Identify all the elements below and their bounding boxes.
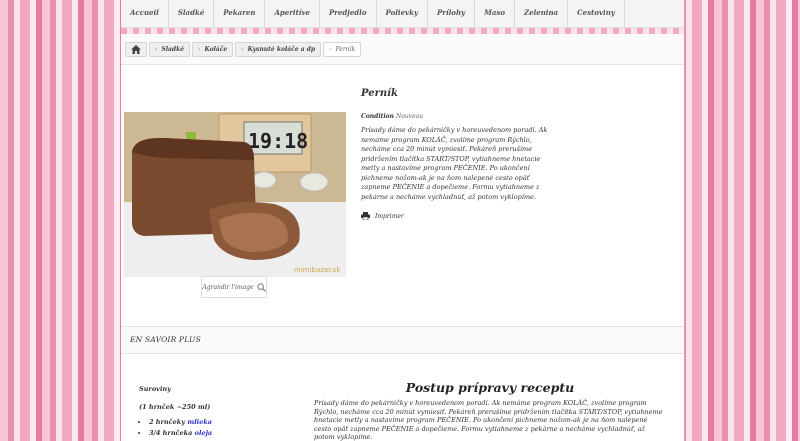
breadcrumb-label: Koláče bbox=[204, 45, 228, 53]
more-info-label: EN SAVOIR PLUS bbox=[130, 335, 201, 344]
nav-item-polievky[interactable]: Polievky bbox=[377, 0, 429, 27]
magnifier-icon bbox=[256, 282, 266, 292]
product-info: Perník Condition Nouveau Prísady dáme do… bbox=[361, 88, 551, 220]
print-label: Imprimer bbox=[375, 212, 404, 220]
print-button[interactable]: Imprimer bbox=[361, 212, 551, 220]
breadcrumb-label: Kysnuté koláče a dp bbox=[247, 45, 316, 53]
nav-item-maso[interactable]: Maso bbox=[475, 0, 516, 27]
home-icon bbox=[131, 44, 141, 54]
photo-clock-text: 19:18 bbox=[248, 129, 308, 153]
steps-text: Prísady dáme do pekárničky v horeuvedeno… bbox=[314, 399, 663, 441]
page-content: Accueil Sladké Pekaren Aperitíve Predjed… bbox=[121, 0, 684, 441]
list-item: 3/4 hrnčeka oleja bbox=[149, 429, 289, 437]
nav-item-accueil[interactable]: Accueil bbox=[121, 0, 169, 27]
breadcrumb-item-kolace[interactable]: › Koláče bbox=[192, 41, 234, 57]
printer-icon bbox=[361, 212, 370, 220]
steps-title: Postup prípravy receptu bbox=[405, 380, 575, 395]
product-title: Perník bbox=[361, 88, 398, 99]
nav-item-predjedlo[interactable]: Predjedlo bbox=[320, 0, 377, 27]
nav-item-aperitive[interactable]: Aperitíve bbox=[265, 0, 320, 27]
breadcrumb-separator-icon: › bbox=[155, 45, 158, 53]
nav-item-zelenina[interactable]: Zelenina bbox=[515, 0, 569, 27]
ingredients-block: Suroviny (1 hrnček ~250 ml) 2 hrnčeky ml… bbox=[139, 385, 289, 440]
breadcrumb-label: Perník bbox=[335, 45, 356, 53]
product-description: Prísady dáme do pekárničky v horeuvedeno… bbox=[361, 126, 548, 201]
product-condition: Condition Nouveau bbox=[361, 113, 551, 120]
condition-label: Condition bbox=[361, 113, 395, 120]
product-section: 19:18 mimibazar.sk Agrandir l'image Pern… bbox=[121, 65, 684, 328]
breadcrumb-separator-icon: › bbox=[329, 45, 332, 53]
ingredients-note: (1 hrnček ~250 ml) bbox=[139, 403, 211, 411]
steps-block: Postup prípravy receptu Prísady dáme do … bbox=[314, 380, 666, 441]
recipe-section: Suroviny (1 hrnček ~250 ml) 2 hrnčeky ml… bbox=[121, 352, 684, 441]
breadcrumb-current: › Perník bbox=[323, 41, 362, 57]
breadcrumb-home[interactable] bbox=[125, 41, 147, 57]
top-navigation: Accueil Sladké Pekaren Aperitíve Predjed… bbox=[121, 0, 684, 28]
breadcrumb-separator-icon: › bbox=[241, 45, 244, 53]
breadcrumb-label: Sladké bbox=[161, 45, 185, 53]
enlarge-image-label: Agrandir l'image bbox=[202, 283, 254, 291]
nav-item-cestoviny[interactable]: Cestoviny bbox=[568, 0, 625, 27]
breadcrumb-separator-icon: › bbox=[198, 45, 201, 53]
bread-photo-illustration: 19:18 mimibazar.sk bbox=[124, 112, 346, 277]
nav-item-prilohy[interactable]: Prílohy bbox=[428, 0, 476, 27]
photo-watermark: mimibazar.sk bbox=[294, 266, 341, 274]
breadcrumb-item-kysnute[interactable]: › Kysnuté koláče a dp bbox=[235, 41, 322, 57]
breadcrumb: › Sladké › Koláče › Kysnuté koláče a dp › Pe… bbox=[121, 34, 684, 65]
ingredient-qty: 3/4 hrnčeka bbox=[149, 429, 193, 437]
ingredients-list: 2 hrnčeky mlieka 3/4 hrnčeka oleja bbox=[139, 418, 289, 437]
ingredient-qty: 2 hrnčeky bbox=[149, 418, 186, 426]
product-image[interactable]: 19:18 mimibazar.sk bbox=[124, 112, 346, 277]
list-item: 2 hrnčeky mlieka bbox=[149, 418, 289, 426]
more-info-tab[interactable]: EN SAVOIR PLUS bbox=[121, 326, 684, 354]
nav-item-sladke[interactable]: Sladké bbox=[169, 0, 215, 27]
nav-item-pekaren[interactable]: Pekaren bbox=[214, 0, 266, 27]
ingredient-link[interactable]: mlieka bbox=[187, 418, 212, 426]
breadcrumb-item-sladke[interactable]: › Sladké bbox=[149, 41, 191, 57]
ingredient-link[interactable]: oleja bbox=[195, 429, 213, 437]
condition-value: Nouveau bbox=[395, 113, 424, 120]
enlarge-image-button[interactable]: Agrandir l'image bbox=[201, 276, 267, 298]
ingredients-title: Suroviny bbox=[139, 385, 171, 393]
